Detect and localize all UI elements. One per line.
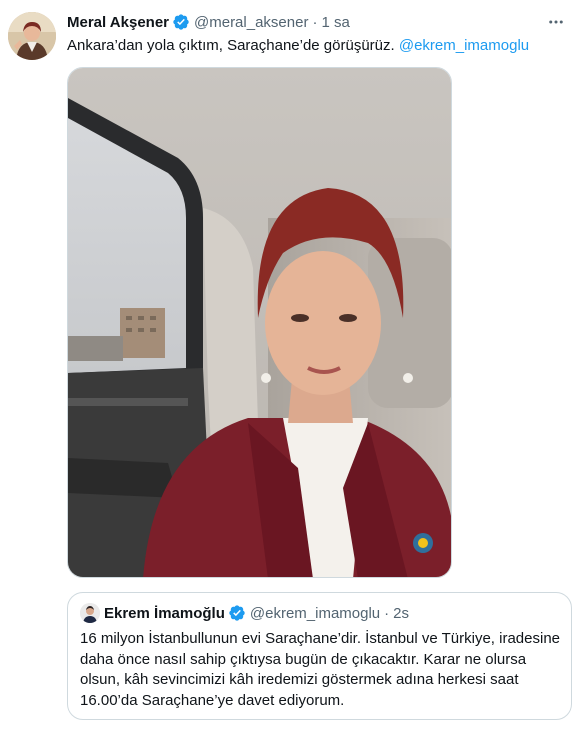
tweet: Meral Akşener @meral_aksener · 1 sa Anka… bbox=[0, 0, 582, 734]
quoted-tweet[interactable]: Ekrem İmamoğlu @ekrem_imamoglu · 2s 16 m… bbox=[67, 592, 572, 720]
quoted-author-avatar[interactable] bbox=[80, 603, 100, 623]
quoted-author-handle[interactable]: @ekrem_imamoglu bbox=[250, 605, 380, 622]
quoted-tweet-timestamp[interactable]: 2s bbox=[393, 605, 409, 622]
more-options-button[interactable] bbox=[544, 12, 568, 32]
tweet-timestamp[interactable]: 1 sa bbox=[321, 14, 349, 31]
tweet-photo[interactable] bbox=[67, 67, 452, 578]
quoted-text-line: 16 milyon İstanbullunun evi Saraçhane’di… bbox=[80, 630, 560, 647]
author-avatar[interactable] bbox=[8, 12, 56, 60]
quoted-tweet-text: 16 milyon İstanbullunun evi Saraçhane’di… bbox=[80, 629, 568, 711]
tweet-text-body: Ankara’dan yola çıktım, Saraçhane’de gör… bbox=[67, 37, 399, 54]
ellipsis-icon bbox=[549, 20, 563, 24]
separator-dot: · bbox=[384, 604, 390, 622]
verified-badge-icon bbox=[228, 604, 246, 622]
quoted-text-line: olsun, kâh sevincimizi kâh iredemizi gös… bbox=[80, 671, 519, 688]
quoted-text-line: 16.00’da Saraçhane’ye davet ediyorum. bbox=[80, 691, 345, 709]
tweet-header: Meral Akşener @meral_aksener · 1 sa bbox=[67, 12, 350, 32]
tweet-text: Ankara’dan yola çıktım, Saraçhane’de gör… bbox=[67, 36, 529, 56]
separator-dot: · bbox=[312, 13, 318, 31]
verified-badge-icon bbox=[172, 13, 190, 31]
author-name[interactable]: Meral Akşener bbox=[67, 14, 169, 31]
author-handle[interactable]: @meral_aksener bbox=[194, 14, 308, 31]
quoted-text-line: daha önce nasıl sahip çıktıysa bugün de … bbox=[80, 650, 527, 668]
quoted-author-name[interactable]: Ekrem İmamoğlu bbox=[104, 605, 225, 622]
quoted-tweet-header: Ekrem İmamoğlu @ekrem_imamoglu · 2s bbox=[80, 603, 409, 623]
mention-link[interactable]: @ekrem_imamoglu bbox=[399, 37, 529, 54]
